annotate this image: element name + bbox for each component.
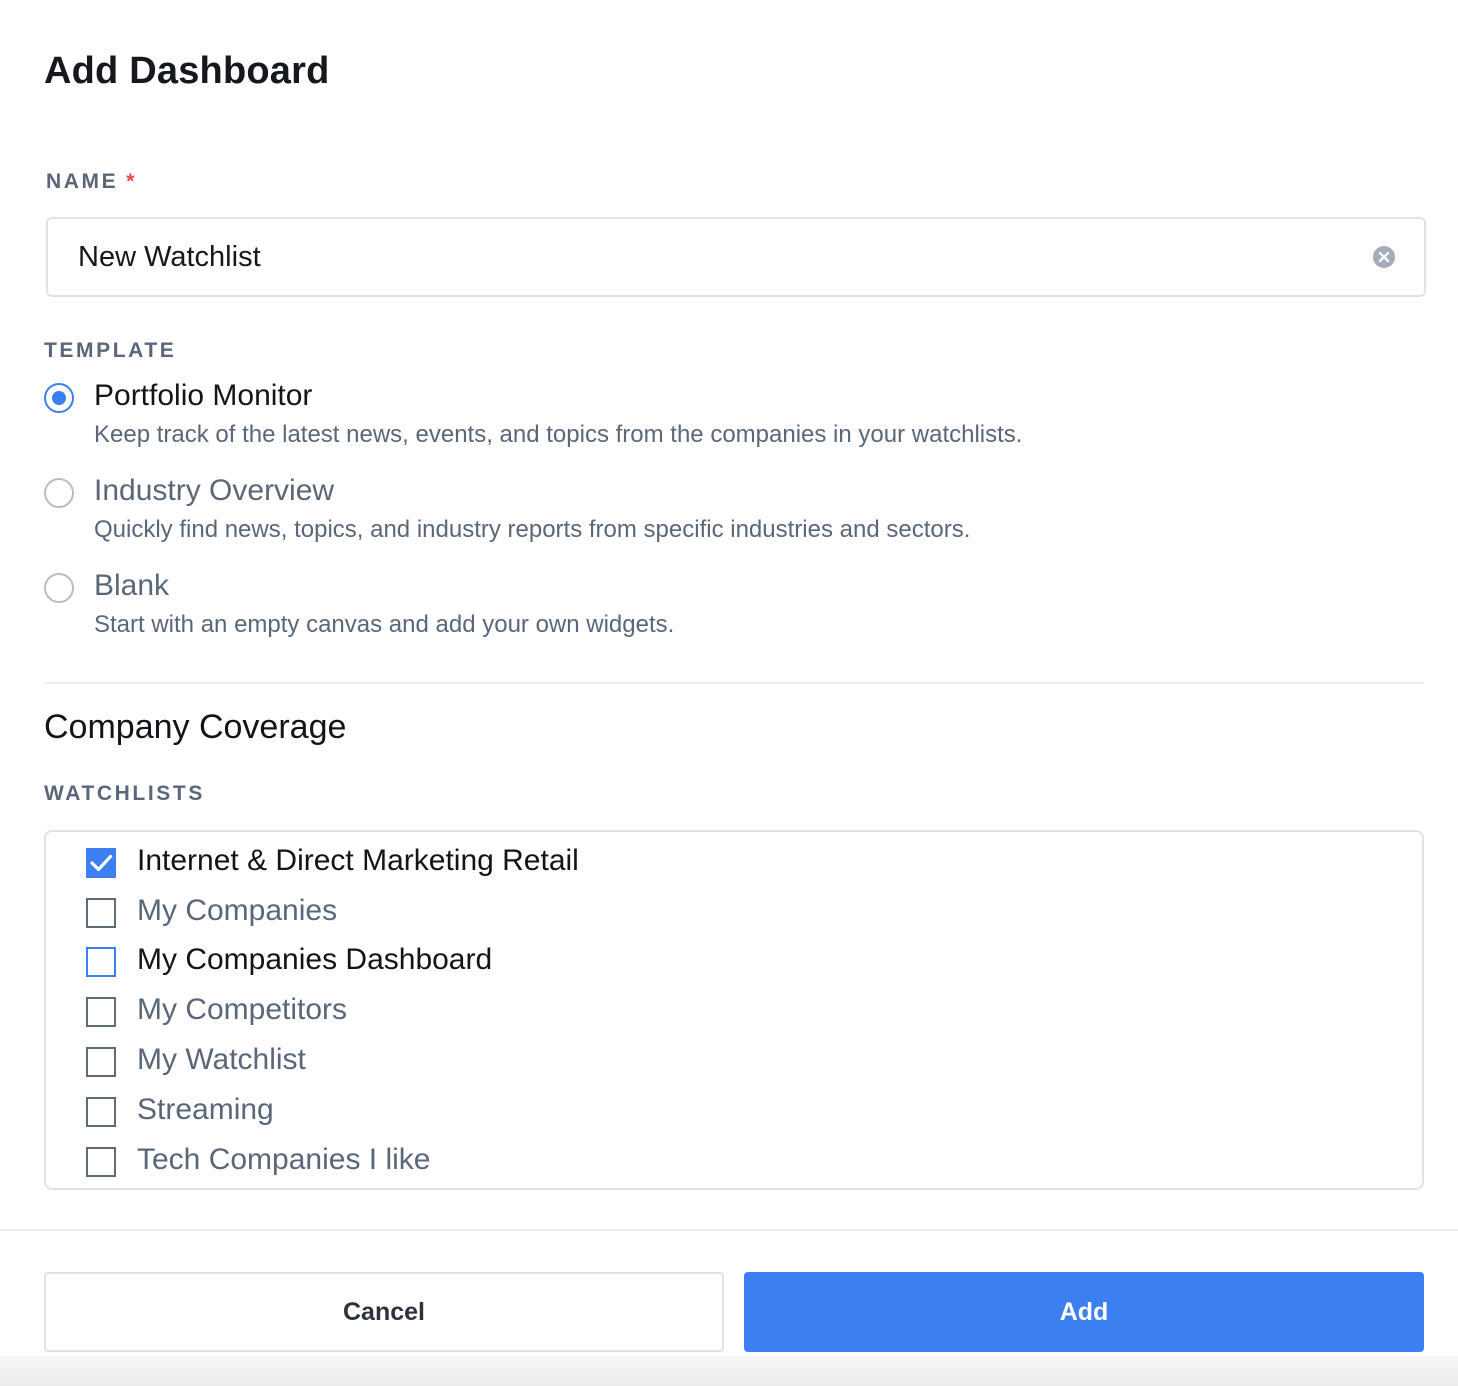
required-marker: * [126, 170, 135, 193]
radio-button-selected[interactable] [44, 383, 74, 413]
template-option-portfolio-monitor[interactable]: Portfolio Monitor Keep track of the late… [44, 379, 1404, 474]
radio-button[interactable] [44, 573, 74, 603]
add-button[interactable]: Add [744, 1272, 1424, 1352]
name-label: NAME * [46, 170, 134, 194]
watchlist-item-my-competitors[interactable]: My Competitors [86, 993, 1386, 1033]
radio-button[interactable] [44, 478, 74, 508]
clear-icon[interactable] [1373, 246, 1395, 268]
watchlist-label: My Companies [137, 894, 338, 927]
watchlist-item-my-watchlist[interactable]: My Watchlist [86, 1043, 1386, 1083]
company-coverage-title: Company Coverage [44, 708, 347, 746]
name-field[interactable] [46, 217, 1426, 297]
checkbox-checked[interactable] [86, 848, 116, 878]
watchlist-item-internet-direct-marketing-retail[interactable]: Internet & Direct Marketing Retail [86, 844, 1386, 884]
watchlist-item-my-companies[interactable]: My Companies [86, 894, 1386, 934]
watchlist-label: My Competitors [137, 993, 348, 1026]
template-option-blank[interactable]: Blank Start with an empty canvas and add… [44, 569, 1404, 664]
watchlists-list: Internet & Direct Marketing Retail My Co… [44, 830, 1424, 1190]
template-label: TEMPLATE [44, 339, 177, 362]
watchlist-label: My Watchlist [137, 1043, 306, 1076]
footer-shadow [0, 1356, 1458, 1386]
footer-divider [0, 1229, 1458, 1231]
name-label-text: NAME [46, 170, 119, 193]
cancel-button[interactable]: Cancel [44, 1272, 724, 1352]
watchlist-item-streaming[interactable]: Streaming [86, 1093, 1386, 1133]
watchlist-label: Streaming [137, 1093, 274, 1126]
template-option-title: Blank [94, 569, 170, 602]
name-input[interactable] [78, 219, 1338, 295]
checkbox[interactable] [86, 1047, 116, 1077]
checkbox[interactable] [86, 1147, 116, 1177]
checkbox[interactable] [86, 997, 116, 1027]
template-option-title: Industry Overview [94, 474, 335, 507]
add-dashboard-dialog: Add Dashboard NAME * TEMPLATE Portfolio M… [0, 0, 1458, 1386]
watchlist-item-tech-companies-i-like[interactable]: Tech Companies I like [86, 1143, 1386, 1183]
watchlist-item-my-companies-dashboard[interactable]: My Companies Dashboard [86, 943, 1386, 983]
section-divider [44, 682, 1424, 684]
watchlist-label: Tech Companies I like [137, 1143, 431, 1176]
dialog-title: Add Dashboard [44, 50, 330, 92]
watchlist-label: My Companies Dashboard [137, 943, 493, 976]
template-option-industry-overview[interactable]: Industry Overview Quickly find news, top… [44, 474, 1404, 569]
template-option-description: Keep track of the latest news, events, a… [94, 421, 1023, 448]
template-option-description: Quickly find news, topics, and industry … [94, 516, 971, 543]
template-option-description: Start with an empty canvas and add your … [94, 611, 675, 638]
template-option-title: Portfolio Monitor [94, 379, 313, 412]
checkbox[interactable] [86, 1097, 116, 1127]
watchlist-label: Internet & Direct Marketing Retail [137, 844, 579, 877]
checkbox[interactable] [86, 898, 116, 928]
checkmark-icon [90, 854, 113, 872]
watchlists-label: WATCHLISTS [44, 782, 205, 805]
checkbox[interactable] [86, 947, 116, 977]
